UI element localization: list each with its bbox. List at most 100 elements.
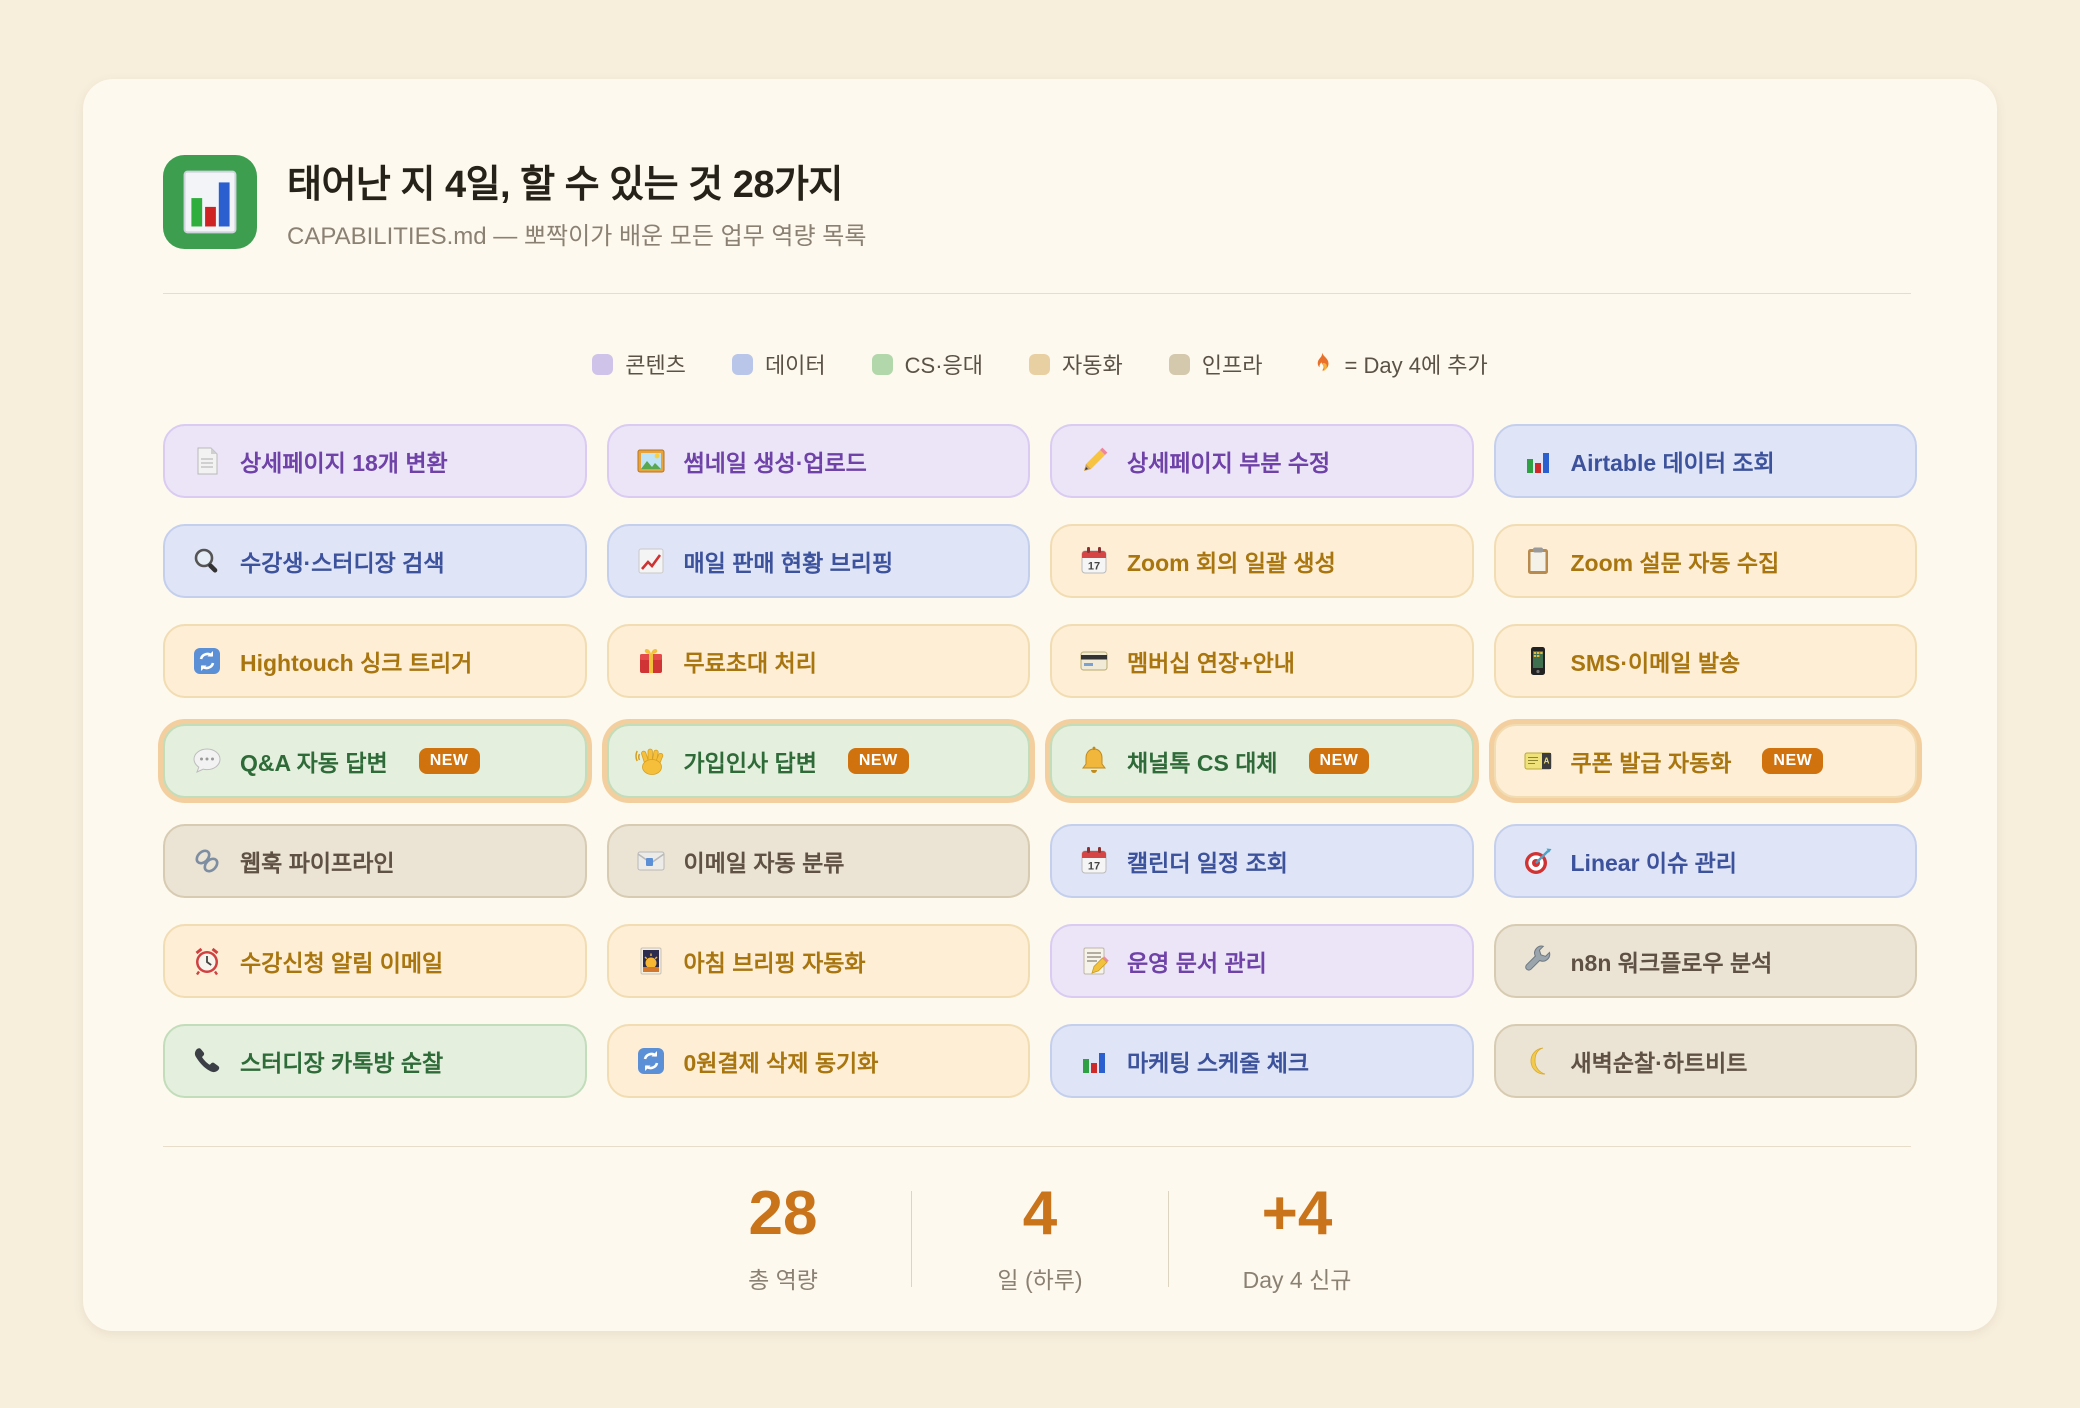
capability-label: 이메일 자동 분류 xyxy=(684,844,845,878)
stat-value: 4 xyxy=(912,1183,1168,1245)
capabilities-grid: 상세페이지 18개 변환 썸네일 생성·업로드 상세페이지 부분 수정 Airtabl… xyxy=(163,424,1917,1098)
page-icon xyxy=(191,445,223,477)
clipboard-icon xyxy=(1522,545,1554,577)
credit-card-icon xyxy=(1078,645,1110,677)
legend-label: CS·응대 xyxy=(905,348,983,380)
capability-label: 수강생·스터디장 검색 xyxy=(240,544,445,578)
link-icon xyxy=(191,845,223,877)
svg-text:17: 17 xyxy=(1088,561,1100,573)
svg-text:17: 17 xyxy=(1088,861,1100,873)
legend-swatch-automation xyxy=(1029,354,1050,375)
page-title: 태어난 지 4일, 할 수 있는 것 28가지 xyxy=(287,153,866,208)
legend: 콘텐츠데이터CS·응대자동화인프라= Day 4에 추가 xyxy=(83,348,1997,380)
capability-label: 채널톡 CS 대체 xyxy=(1127,744,1278,778)
capability-pill: 무료초대 처리 xyxy=(607,624,1031,698)
speech-bubble-icon xyxy=(191,745,223,777)
capability-pill: 멤버십 연장+안내 xyxy=(1050,624,1474,698)
bar-chart-app-icon xyxy=(163,155,257,249)
envelope-icon xyxy=(635,845,667,877)
capability-label: 마케팅 스케줄 체크 xyxy=(1127,1044,1309,1078)
legend-item-infra: 인프라 xyxy=(1169,348,1263,380)
legend-item-automation: 자동화 xyxy=(1029,348,1123,380)
new-badge: NEW xyxy=(848,748,909,774)
footer-divider xyxy=(163,1146,1911,1147)
capability-pill: Zoom 설문 자동 수집 xyxy=(1494,524,1918,598)
bar-chart-icon xyxy=(1078,1045,1110,1077)
legend-item-data: 데이터 xyxy=(732,348,826,380)
capability-pill: Airtable 데이터 조회 xyxy=(1494,424,1918,498)
page: 태어난 지 4일, 할 수 있는 것 28가지 CAPABILITIES.md … xyxy=(0,0,2080,1408)
capability-pill: 수강생·스터디장 검색 xyxy=(163,524,587,598)
sync-icon xyxy=(191,645,223,677)
framed-picture-icon xyxy=(635,445,667,477)
legend-item-content: 콘텐츠 xyxy=(592,348,686,380)
capability-pill: 웹훅 파이프라인 xyxy=(163,824,587,898)
alarm-clock-icon xyxy=(191,945,223,977)
capability-label: Hightouch 싱크 트리거 xyxy=(240,644,472,678)
flame-icon xyxy=(1309,351,1335,377)
calendar-icon: 17 xyxy=(1078,845,1110,877)
new-badge: NEW xyxy=(1762,748,1823,774)
capability-pill: Q&A 자동 답변 NEW xyxy=(163,724,587,798)
capability-label: Q&A 자동 답변 xyxy=(240,744,388,778)
capability-label: 매일 판매 현황 브리핑 xyxy=(684,544,894,578)
waving-hand-icon xyxy=(635,745,667,777)
capability-pill: 새벽순찰·하트비트 xyxy=(1494,1024,1918,1098)
legend-swatch-infra xyxy=(1169,354,1190,375)
capabilities-card: 태어난 지 4일, 할 수 있는 것 28가지 CAPABILITIES.md … xyxy=(83,79,1997,1331)
sunrise-icon xyxy=(635,945,667,977)
phone-receiver-icon xyxy=(191,1045,223,1077)
capability-label: 썸네일 생성·업로드 xyxy=(684,444,867,478)
legend-item-cs: CS·응대 xyxy=(872,348,983,380)
capability-pill: 매일 판매 현황 브리핑 xyxy=(607,524,1031,598)
capability-label: 멤버십 연장+안내 xyxy=(1127,644,1295,678)
capability-pill: 17 Zoom 회의 일괄 생성 xyxy=(1050,524,1474,598)
new-badge: NEW xyxy=(1309,748,1370,774)
legend-label: 인프라 xyxy=(1202,348,1263,380)
capability-pill: 수강신청 알림 이메일 xyxy=(163,924,587,998)
capability-pill: 상세페이지 18개 변환 xyxy=(163,424,587,498)
capability-pill: SMS·이메일 발송 xyxy=(1494,624,1918,698)
capability-label: 상세페이지 부분 수정 xyxy=(1127,444,1330,478)
capability-pill: 17캘린더 일정 조회 xyxy=(1050,824,1474,898)
new-badge: NEW xyxy=(419,748,480,774)
capability-label: 웹훅 파이프라인 xyxy=(240,844,395,878)
capability-label: Zoom 설문 자동 수집 xyxy=(1571,544,1780,578)
target-icon xyxy=(1522,845,1554,877)
capability-label: Zoom 회의 일괄 생성 xyxy=(1127,544,1336,578)
capability-label: 수강신청 알림 이메일 xyxy=(240,944,443,978)
capability-pill: 아침 브리핑 자동화 xyxy=(607,924,1031,998)
capability-label: Airtable 데이터 조회 xyxy=(1571,444,1775,478)
calendar-icon: 17 xyxy=(1078,545,1110,577)
capability-label: 새벽순찰·하트비트 xyxy=(1571,1044,1748,1078)
header-text: 태어난 지 4일, 할 수 있는 것 28가지 CAPABILITIES.md … xyxy=(287,153,866,251)
svg-text:A: A xyxy=(1543,757,1549,766)
capability-label: 0원결제 삭제 동기화 xyxy=(684,1044,879,1078)
capability-label: 쿠폰 발급 자동화 xyxy=(1571,744,1732,778)
capability-pill: 이메일 자동 분류 xyxy=(607,824,1031,898)
capability-pill: n8n 워크플로우 분석 xyxy=(1494,924,1918,998)
legend-label: 자동화 xyxy=(1062,348,1123,380)
capability-pill: 상세페이지 부분 수정 xyxy=(1050,424,1474,498)
capability-pill: 썸네일 생성·업로드 xyxy=(607,424,1031,498)
capability-label: 운영 문서 관리 xyxy=(1127,944,1267,978)
stat-label: 일 (하루) xyxy=(912,1261,1168,1295)
mobile-phone-icon xyxy=(1522,645,1554,677)
capability-label: 가입인사 답변 xyxy=(684,744,817,778)
magnifier-icon xyxy=(191,545,223,577)
bell-icon xyxy=(1078,745,1110,777)
capability-pill: 마케팅 스케줄 체크 xyxy=(1050,1024,1474,1098)
stats-row: 28총 역량4일 (하루)+4Day 4 신규 xyxy=(83,1183,1997,1295)
capability-label: 아침 브리핑 자동화 xyxy=(684,944,866,978)
ticket-icon: A xyxy=(1522,745,1554,777)
page-subtitle: CAPABILITIES.md — 뽀짝이가 배운 모든 업무 역량 목록 xyxy=(287,216,866,251)
capability-label: SMS·이메일 발송 xyxy=(1571,644,1741,678)
capability-label: 스터디장 카톡방 순찰 xyxy=(240,1044,443,1078)
memo-icon xyxy=(1078,945,1110,977)
capability-label: n8n 워크플로우 분석 xyxy=(1571,944,1773,978)
legend-swatch-data xyxy=(732,354,753,375)
stat-block: 4 일 (하루) xyxy=(912,1183,1168,1295)
capability-pill: 스터디장 카톡방 순찰 xyxy=(163,1024,587,1098)
stat-label: Day 4 신규 xyxy=(1169,1261,1425,1295)
header-divider xyxy=(163,293,1911,294)
